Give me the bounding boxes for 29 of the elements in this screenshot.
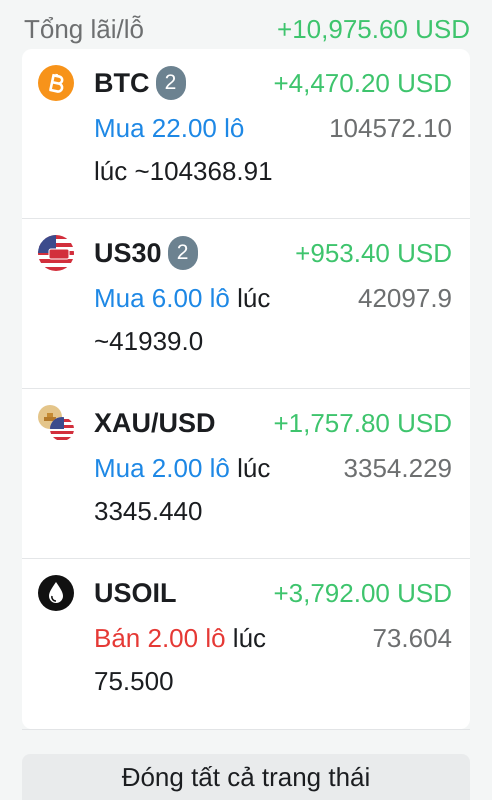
trade-description: Bán 2.00 lô lúc 75.500	[94, 622, 268, 698]
position-row[interactable]: BTC 2 +4,470.20 USD Mua 22.00 lô lúc ~104368.91 104572.10	[22, 49, 470, 219]
position-profit: +4,470.20 USD	[273, 68, 452, 98]
symbol: XAU/USD	[94, 408, 216, 438]
position-row[interactable]: US30 2 +953.40 USD Mua 6.00 lô lúc ~41939.0 42097.9	[22, 219, 470, 389]
symbol: BTC	[94, 68, 150, 98]
trade-description: Mua 6.00 lô lúc ~41939.0	[94, 282, 272, 358]
total-label: Tổng lãi/lỗ	[24, 14, 144, 45]
position-profit: +1,757.80 USD	[273, 408, 452, 438]
flag-icon	[38, 235, 74, 271]
close-all-button[interactable]: Đóng tất cả trang thái	[22, 754, 470, 800]
current-price: 73.604	[372, 622, 452, 655]
bitcoin-icon	[38, 65, 74, 101]
symbol: US30	[94, 238, 162, 268]
position-profit: +953.40 USD	[295, 238, 452, 268]
position-row[interactable]: USOIL +3,792.00 USD Bán 2.00 lô lúc 75.500 73.604	[22, 559, 470, 729]
oil-drop-icon	[38, 575, 74, 611]
current-price: 104572.10	[329, 112, 452, 145]
bars-flag-icon	[38, 405, 74, 441]
count-badge: 2	[156, 66, 186, 100]
position-row[interactable]: XAU/USD +1,757.80 USD Mua 2.00 lô lúc 3345.440 3354.229	[22, 389, 470, 559]
current-price: 3354.229	[344, 452, 452, 485]
trade-description: Mua 22.00 lô lúc ~104368.91	[94, 112, 274, 188]
position-profit: +3,792.00 USD	[273, 578, 452, 608]
symbol: USOIL	[94, 578, 177, 608]
current-price: 42097.9	[358, 282, 452, 315]
total-value: +10,975.60 USD	[277, 14, 470, 45]
trade-description: Mua 2.00 lô lúc 3345.440	[94, 452, 272, 528]
count-badge: 2	[168, 236, 198, 270]
